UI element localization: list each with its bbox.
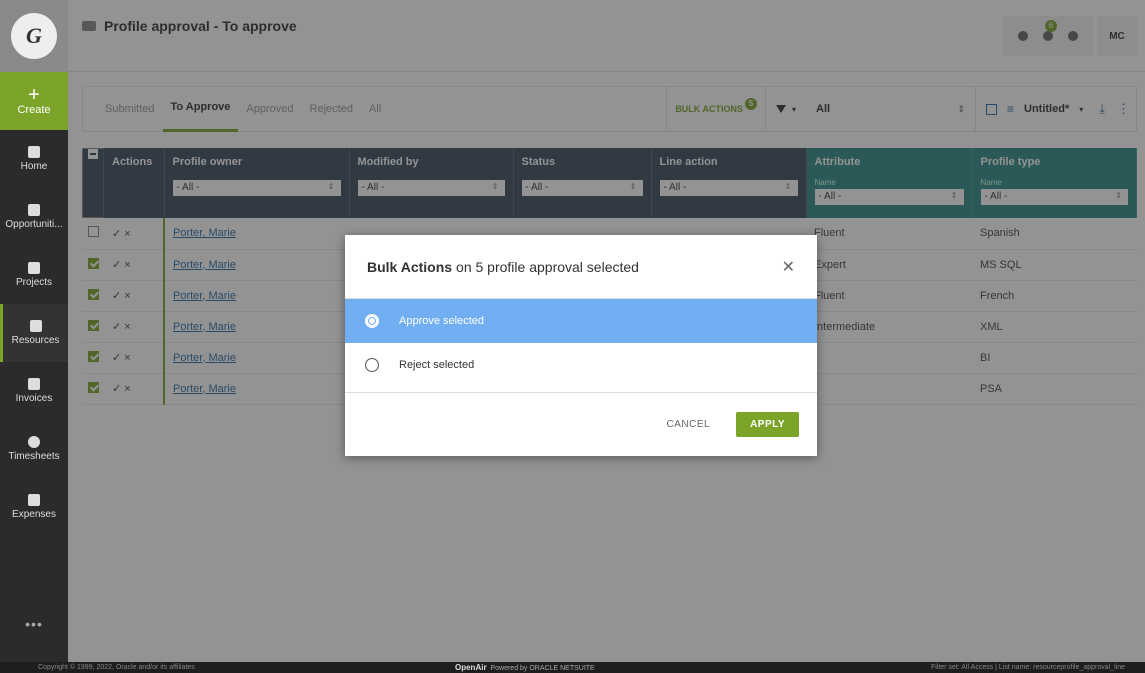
sidebar-item-projects[interactable]: Projects: [0, 246, 68, 304]
reject-option[interactable]: Reject selected: [345, 343, 817, 387]
cancel-button[interactable]: CANCEL: [667, 419, 711, 430]
dialog-title: Bulk Actions on 5 profile approval selec…: [345, 235, 817, 299]
apply-button[interactable]: APPLY: [736, 412, 799, 437]
sidebar-item-resources[interactable]: Resources: [0, 304, 68, 362]
sidebar-item-invoices[interactable]: Invoices: [0, 362, 68, 420]
radio-button[interactable]: [365, 358, 379, 372]
projects-icon: [28, 262, 40, 274]
page-footer: Copyright © 1999, 2022, Oracle and/or it…: [0, 662, 1145, 673]
invoice-icon: [28, 378, 40, 390]
sidebar-item-label: Expenses: [12, 509, 56, 520]
dialog-footer: CANCEL APPLY: [345, 392, 817, 456]
option-label: Approve selected: [399, 315, 484, 327]
clock-icon: [28, 436, 40, 448]
footer-info: Filter set: All Access | List name: reso…: [930, 664, 1125, 671]
sidebar-item-label: Invoices: [15, 393, 53, 404]
sidebar-item-expenses[interactable]: Expenses: [0, 478, 68, 536]
sidebar-item-label: Resources: [11, 335, 60, 346]
close-icon[interactable]: ✕: [782, 257, 795, 277]
create-label: Create: [17, 104, 51, 116]
create-button[interactable]: + Create: [0, 72, 68, 130]
app-logo[interactable]: G: [0, 0, 68, 72]
card-icon: [28, 494, 40, 506]
plus-icon: +: [28, 84, 40, 106]
sidebar: G + Create Home Opportuniti... Projects Res…: [0, 0, 68, 662]
sidebar-item-label: Opportuniti...: [5, 219, 63, 230]
sidebar-item-timesheets[interactable]: Timesheets: [0, 420, 68, 478]
radio-button[interactable]: [365, 314, 379, 328]
sidebar-item-label: Projects: [15, 277, 53, 288]
home-icon: [28, 146, 40, 158]
resources-icon: [29, 320, 42, 332]
chat-icon: [28, 204, 40, 216]
approve-option[interactable]: Approve selected: [345, 299, 817, 343]
footer-brand: OpenAir Powered by ORACLE NETSUITE: [455, 663, 595, 672]
sidebar-item-label: Timesheets: [8, 451, 60, 462]
copyright: Copyright © 1999, 2022, Oracle and/or it…: [38, 664, 195, 671]
more-icon[interactable]: •••: [0, 616, 68, 632]
sidebar-item-home[interactable]: Home: [0, 130, 68, 188]
sidebar-item-opportuniti[interactable]: Opportuniti...: [0, 188, 68, 246]
sidebar-item-label: Home: [20, 161, 48, 172]
option-label: Reject selected: [399, 359, 475, 371]
bulk-actions-dialog: Bulk Actions on 5 profile approval selec…: [345, 235, 817, 456]
